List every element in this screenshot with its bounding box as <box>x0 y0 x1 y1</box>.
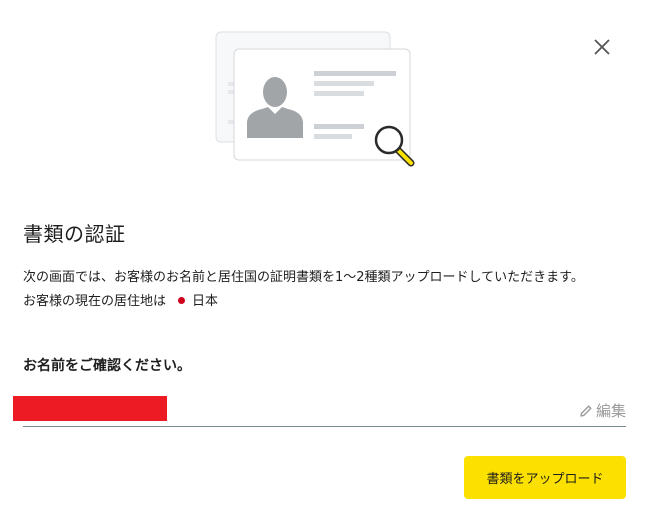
residence-country: 日本 <box>192 294 219 309</box>
close-icon <box>594 39 610 55</box>
name-field: 編集 <box>13 396 626 427</box>
id-card-illustration <box>212 28 424 178</box>
pencil-icon <box>580 405 592 417</box>
close-button[interactable] <box>587 32 617 62</box>
edit-label: 編集 <box>595 402 626 420</box>
residence-line: お客様の現在の居住地は 日本 <box>23 290 643 314</box>
edit-name-link[interactable]: 編集 <box>579 400 626 421</box>
upload-documents-button[interactable]: 書類をアップロード <box>464 456 626 499</box>
japan-flag-icon <box>174 295 188 306</box>
confirm-name-label: お名前をご確認ください。 <box>23 358 191 374</box>
dialog-description: 次の画面では、お客様のお名前と居住国の証明書類を1～2種類アップロードしていただ… <box>23 266 643 314</box>
redacted-name <box>13 396 167 421</box>
dialog-title: 書類の認証 <box>23 222 126 246</box>
residence-prefix: お客様の現在の居住地は <box>23 294 167 309</box>
document-verification-dialog: 書類の認証 次の画面では、お客様のお名前と居住国の証明書類を1～2種類アップロー… <box>0 0 654 520</box>
description-line-1: 次の画面では、お客様のお名前と居住国の証明書類を1～2種類アップロードしていただ… <box>23 270 584 285</box>
